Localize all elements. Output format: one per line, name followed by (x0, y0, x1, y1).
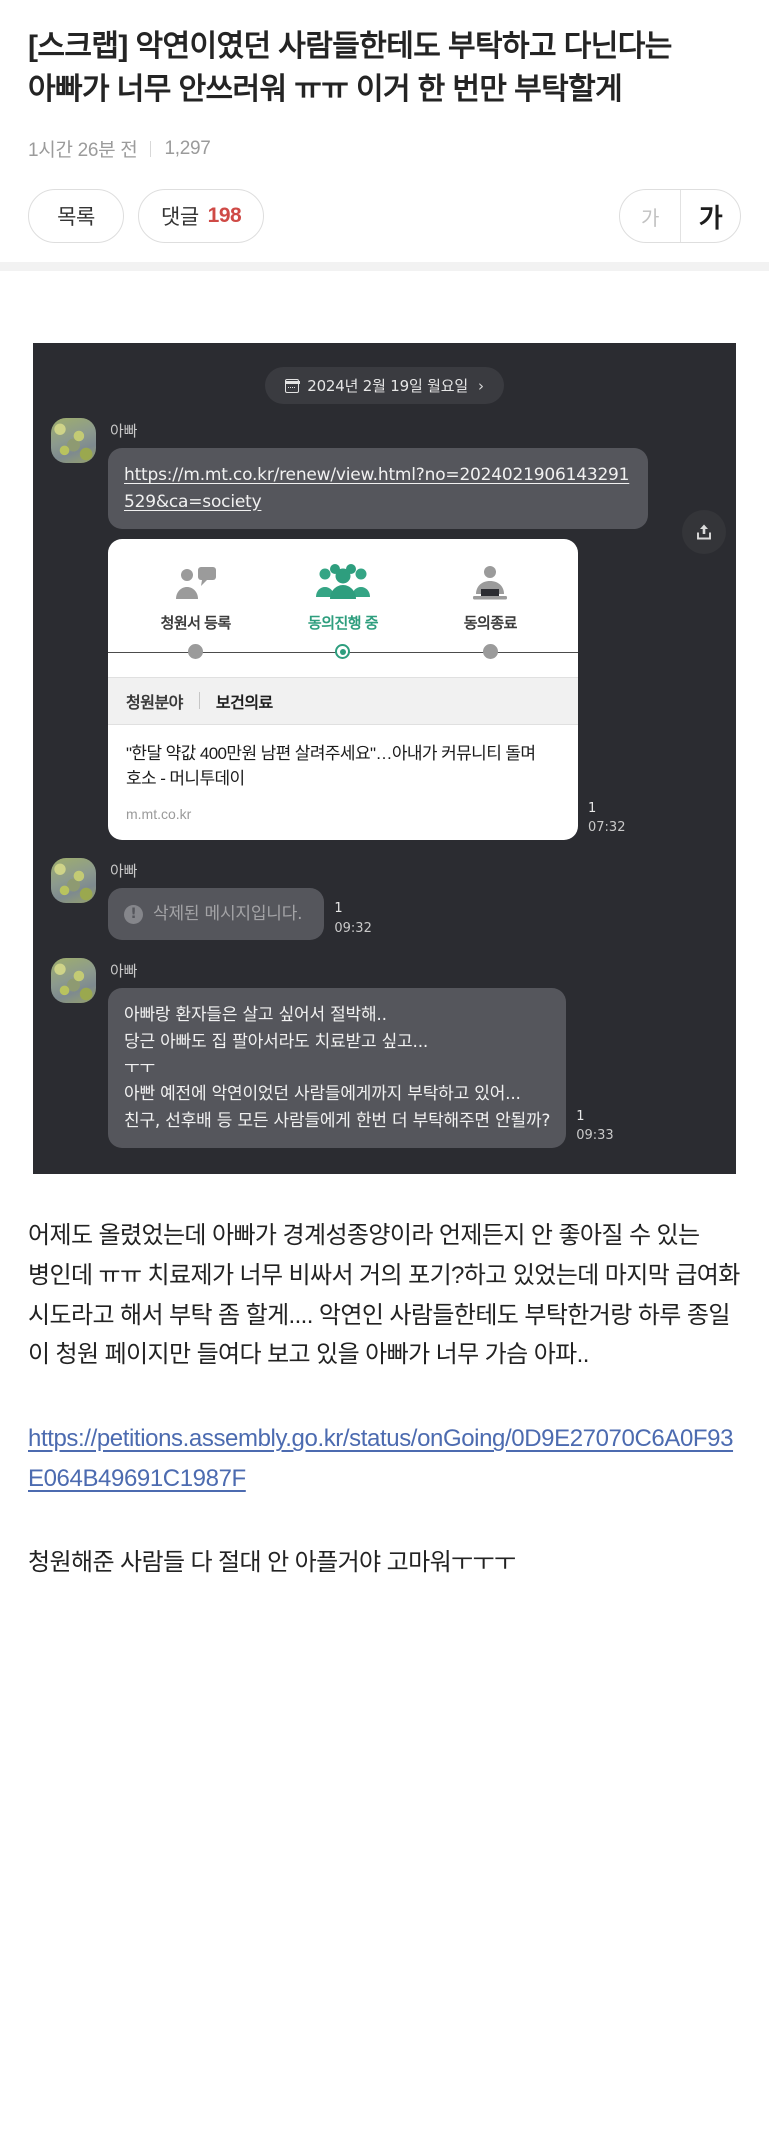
unread-count: 1 (576, 1108, 585, 1124)
step-closed: 동의종료 (417, 557, 564, 633)
message-meta: 1 09:33 (576, 1107, 613, 1148)
deleted-message-bubble: ! 삭제된 메시지입니다. (108, 887, 325, 941)
petition-progress-track (108, 641, 578, 663)
deleted-message-text: 삭제된 메시지입니다. (153, 903, 303, 924)
people-group-icon (269, 557, 416, 603)
petition-category-key: 청원분야 (126, 694, 183, 712)
share-upload-icon (697, 524, 711, 540)
chat-screenshot-image: 2024년 2월 19일 월요일 › 아빠 https://m.mt.co.kr… (33, 343, 736, 1174)
progress-dot-3 (417, 641, 564, 663)
message-time: 09:33 (576, 1128, 614, 1144)
chat-message: 아빠 https://m.mt.co.kr/renew/view.html?no… (51, 418, 718, 840)
petition-category-row: 청원분야 보건의료 (108, 676, 578, 725)
petition-preview-card[interactable]: 청원서 등록 동의진행 중 동의종료 청원분야 보건의료 "한달 약값 400만… (108, 538, 578, 840)
unread-count: 1 (334, 901, 343, 917)
post-page: [스크랩] 악연이였던 사람들한테도 부탁하고 다닌다는 아빠가 너무 안쓰러워… (0, 0, 769, 1583)
chat-date-divider[interactable]: 2024년 2월 19일 월요일 › (265, 367, 504, 405)
message-meta: 1 07:32 (588, 799, 625, 840)
comments-button[interactable]: 댓글 198 (138, 189, 265, 244)
chat-date-label: 2024년 2월 19일 월요일 (307, 377, 468, 396)
step-closed-label: 동의종료 (463, 614, 518, 632)
post-meta: 1시간 26분 전 1,297 (28, 135, 741, 162)
unread-count: 1 (588, 800, 597, 816)
chat-date-row: 2024년 2월 19일 월요일 › (51, 367, 718, 405)
field-divider (198, 692, 200, 710)
progress-dots (122, 641, 564, 663)
chevron-right-icon: › (477, 376, 484, 395)
chat-sender-name: 아빠 (110, 861, 138, 880)
chat-text-bubble: 아빠랑 환자들은 살고 싶어서 절박해.. 당근 아빠도 집 팔아서라도 치료받… (108, 988, 567, 1148)
chat-message: 아빠 ! 삭제된 메시지입니다. 1 09:32 (51, 857, 718, 941)
font-size-toggle[interactable]: 가 가 (619, 189, 741, 244)
calendar-icon (284, 378, 300, 393)
petition-category-value: 보건의료 (215, 694, 273, 712)
step-in-progress-label: 동의진행 중 (307, 614, 379, 632)
warning-icon: ! (124, 904, 143, 924)
progress-dot-1 (122, 641, 269, 663)
meta-divider (150, 140, 152, 157)
message-meta: 1 09:32 (334, 899, 371, 940)
comments-button-label: 댓글 (161, 206, 199, 230)
chat-message-body: 아빠 https://m.mt.co.kr/renew/view.html?no… (108, 418, 718, 840)
person-speech-icon (122, 557, 269, 603)
petition-step-indicator: 청원서 등록 동의진행 중 동의종료 (108, 539, 578, 633)
message-time: 07:32 (588, 820, 626, 836)
podium-speaker-icon (417, 557, 564, 603)
chat-message-body: 아빠 ! 삭제된 메시지입니다. 1 09:32 (108, 858, 718, 941)
avatar (51, 418, 96, 464)
list-button-label: 목록 (57, 206, 95, 230)
avatar (51, 958, 96, 1004)
chat-message: 아빠 아빠랑 환자들은 살고 싶어서 절박해.. 당근 아빠도 집 팔아서라도 … (51, 958, 718, 1148)
link-preview-row: 청원서 등록 동의진행 중 동의종료 청원분야 보건의료 "한달 약값 400만… (108, 538, 718, 840)
comment-count-badge: 198 (207, 204, 242, 228)
chat-link-bubble[interactable]: https://m.mt.co.kr/renew/view.html?no=20… (108, 448, 648, 529)
chat-link-url[interactable]: https://m.mt.co.kr/renew/view.html?no=20… (124, 465, 629, 511)
preview-text-block: "한달 약값 400만원 남편 살려주세요"…아내가 커뮤니티 돌며 호소 - … (108, 725, 578, 840)
chat-message-body: 아빠 아빠랑 환자들은 살고 싶어서 절박해.. 당근 아빠도 집 팔아서라도 … (108, 958, 718, 1148)
avatar (51, 857, 96, 903)
post-header: [스크랩] 악연이였던 사람들한테도 부탁하고 다닌다는 아빠가 너무 안쓰러워… (0, 0, 769, 162)
message-time: 09:32 (334, 920, 372, 936)
page-title: [스크랩] 악연이였던 사람들한테도 부탁하고 다닌다는 아빠가 너무 안쓰러워… (28, 30, 672, 106)
article-paragraph-1: 어제도 올렸었는데 아빠가 경계성종양이라 언제든지 안 좋아질 수 있는 병인… (28, 1221, 740, 1369)
preview-title: "한달 약값 400만원 남편 살려주세요"…아내가 커뮤니티 돌며 호소 - … (126, 743, 536, 789)
chat-sender-name: 아빠 (110, 962, 138, 981)
list-button[interactable]: 목록 (28, 189, 124, 244)
action-bar: 목록 댓글 198 가 가 (0, 186, 769, 246)
article-text: 어제도 올렸었는데 아빠가 경계성종양이라 언제든지 안 좋아질 수 있는 병인… (28, 1216, 741, 1583)
petition-external-link[interactable]: https://petitions.assembly.go.kr/status/… (28, 1425, 733, 1492)
post-view-count: 1,297 (164, 137, 211, 159)
post-timestamp: 1시간 26분 전 (28, 140, 138, 162)
chat-sender-name: 아빠 (110, 422, 138, 441)
progress-dot-2 (269, 641, 416, 663)
font-size-small-button[interactable]: 가 (620, 190, 680, 242)
article-link-paragraph: https://petitions.assembly.go.kr/status/… (28, 1419, 741, 1499)
post-body: 2024년 2월 19일 월요일 › 아빠 https://m.mt.co.kr… (0, 343, 769, 1583)
preview-domain: m.mt.co.kr (126, 805, 192, 822)
share-button[interactable] (682, 509, 726, 554)
chat-bubble-line: ! 삭제된 메시지입니다. 1 09:32 (108, 887, 718, 941)
chat-bubble-line: 아빠랑 환자들은 살고 싶어서 절박해.. 당근 아빠도 집 팔아서라도 치료받… (108, 988, 718, 1148)
step-register: 청원서 등록 (122, 557, 269, 633)
step-register-label: 청원서 등록 (160, 614, 232, 632)
article-paragraph-2: 청원해준 사람들 다 절대 안 아플거야 고마워ㅜㅜㅜ (28, 1548, 516, 1576)
chat-bubble-line: https://m.mt.co.kr/renew/view.html?no=20… (108, 448, 718, 529)
section-divider (0, 262, 769, 272)
font-size-large-button[interactable]: 가 (680, 190, 740, 243)
step-in-progress: 동의진행 중 (269, 557, 416, 633)
